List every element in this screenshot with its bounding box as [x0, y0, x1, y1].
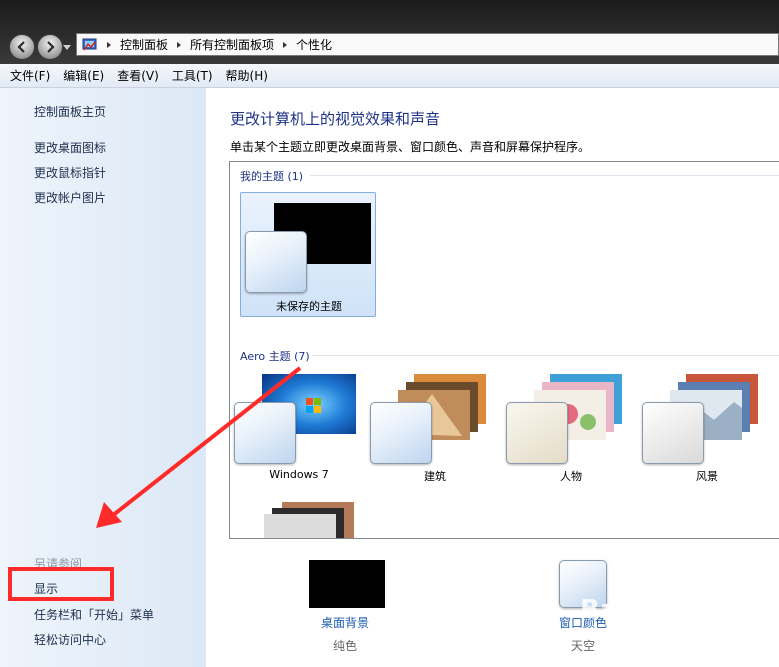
- breadcrumb-all-items[interactable]: 所有控制面板项: [190, 36, 274, 53]
- back-arrow-icon: [17, 41, 25, 53]
- recent-pages-dropdown-icon[interactable]: [63, 43, 71, 51]
- page-description: 单击某个主题立即更改桌面背景、窗口颜色、声音和屏幕保护程序。: [230, 140, 591, 154]
- theme-architecture[interactable]: 建筑: [370, 374, 500, 483]
- sidebar-link-control-panel-home[interactable]: 控制面板主页: [34, 103, 106, 120]
- watermark-brand-cn: 经验: [672, 604, 717, 629]
- breadcrumb-separator-icon: [283, 41, 288, 48]
- theme-name: 人物: [560, 470, 582, 483]
- sidebar-link-change-mouse-pointer[interactable]: 更改鼠标指针: [34, 164, 106, 181]
- window-color-preview: [642, 402, 704, 464]
- window-color-preview: [370, 402, 432, 464]
- breadcrumb-separator-icon: [107, 41, 111, 48]
- window-color-preview: [245, 231, 307, 293]
- baidu-watermark: Bai 经验 jingyan.baidu.com: [580, 595, 775, 655]
- theme-characters[interactable]: 人物: [506, 374, 636, 483]
- group-divider: [312, 355, 779, 356]
- theme-landscapes[interactable]: 风景: [642, 374, 772, 483]
- desktop-background-thumbnail: [309, 560, 385, 608]
- page-title: 更改计算机上的视觉效果和声音: [230, 110, 441, 128]
- theme-name: 未保存的主题: [276, 300, 342, 313]
- aero-themes-label: Aero 主题 (7): [240, 350, 310, 363]
- watermark-brand: Bai: [580, 595, 627, 625]
- menu-tools[interactable]: 工具(T): [172, 67, 213, 84]
- window-titlebar: 控制面板 所有控制面板项 个性化: [0, 0, 779, 64]
- theme-partial-next-row[interactable]: [260, 502, 355, 539]
- control-panel-icon: [82, 38, 97, 50]
- my-themes-label: 我的主题 (1): [240, 170, 304, 183]
- group-divider: [310, 175, 779, 176]
- sidebar-link-change-account-picture[interactable]: 更改帐户图片: [34, 189, 106, 206]
- breadcrumb-control-panel[interactable]: 控制面板: [120, 36, 168, 53]
- theme-name: 建筑: [424, 470, 446, 483]
- window-color-preview: [234, 402, 296, 464]
- paw-icon: [638, 598, 665, 624]
- menu-edit[interactable]: 编辑(E): [63, 67, 104, 84]
- address-bar[interactable]: 控制面板 所有控制面板项 个性化: [76, 33, 779, 56]
- sidebar-link-taskbar-start-menu[interactable]: 任务栏和「开始」菜单: [34, 606, 154, 623]
- breadcrumb-personalization[interactable]: 个性化: [296, 36, 332, 53]
- menu-bar: 文件(F) 编辑(E) 查看(V) 工具(T) 帮助(H): [0, 64, 779, 88]
- breadcrumb-separator-icon: [177, 41, 182, 48]
- highlight-box: [8, 567, 114, 601]
- window-color-preview: [506, 402, 568, 464]
- menu-help[interactable]: 帮助(H): [226, 67, 268, 84]
- back-button[interactable]: [9, 34, 35, 60]
- theme-list[interactable]: 我的主题 (1) 未保存的主题 Aero 主题 (7) Windows 7 建筑…: [229, 161, 779, 539]
- theme-unsaved[interactable]: 未保存的主题: [240, 192, 376, 317]
- sidebar-link-ease-of-access[interactable]: 轻松访问中心: [34, 631, 106, 648]
- forward-arrow-icon: [47, 41, 55, 53]
- sidebar-link-change-desktop-icons[interactable]: 更改桌面图标: [34, 139, 106, 156]
- theme-name: Windows 7: [269, 468, 329, 481]
- desktop-background-control[interactable]: 桌面背景 纯色: [309, 560, 385, 653]
- main-content: 更改计算机上的视觉效果和声音 单击某个主题立即更改桌面背景、窗口颜色、声音和屏幕…: [206, 88, 779, 667]
- menu-file[interactable]: 文件(F): [10, 67, 50, 84]
- watermark-url: jingyan.baidu.com: [598, 631, 700, 644]
- menu-view[interactable]: 查看(V): [117, 67, 159, 84]
- theme-windows7[interactable]: Windows 7: [234, 374, 364, 481]
- forward-button[interactable]: [37, 34, 63, 60]
- theme-name: 风景: [696, 470, 718, 483]
- desktop-background-label: 桌面背景: [321, 616, 370, 630]
- desktop-background-value: 纯色: [333, 639, 358, 653]
